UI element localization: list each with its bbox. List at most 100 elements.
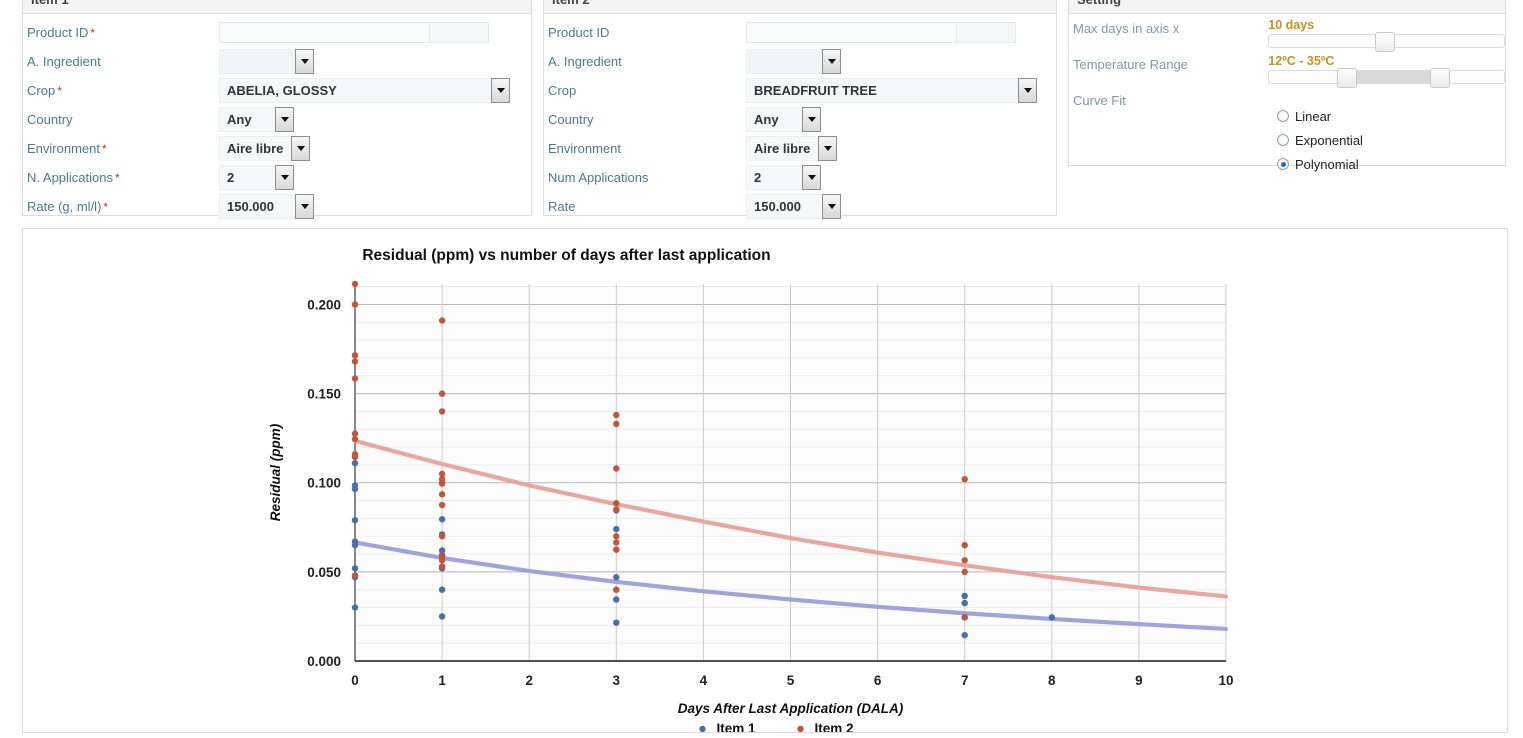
data-point [613, 500, 620, 507]
triangle-down-glyph [296, 146, 305, 151]
chevron-down-icon[interactable] [291, 136, 310, 161]
data-point [613, 596, 620, 603]
temperature-slider-wrap: 12ºC - 35ºC [1268, 54, 1505, 90]
max-days-row: Max days in axis x 10 days [1069, 18, 1505, 54]
max-days-slider-handle[interactable] [1374, 32, 1395, 52]
field-label-country: Country [27, 112, 73, 127]
select-country[interactable]: Any [219, 107, 294, 132]
chevron-down-icon[interactable] [818, 136, 837, 161]
panel-item-1: Item 1 Product ID* A. Ingredient Crop* ABEL… [22, 0, 532, 219]
temperature-range-slider[interactable] [1268, 68, 1505, 88]
curve-fit-option-linear[interactable]: Linear [1277, 104, 1505, 128]
field-control-rate: 150.000 [746, 194, 841, 219]
data-point [613, 465, 620, 472]
x-tick-label: 5 [787, 673, 795, 688]
x-tick-label: 10 [1218, 673, 1233, 688]
data-point [1048, 614, 1056, 621]
data-point [613, 546, 620, 553]
field-row-n-applications: N. Applications * 2 [23, 163, 531, 192]
data-point [438, 586, 446, 593]
product-id-input[interactable] [746, 22, 956, 43]
select-a-ingredient[interactable] [219, 49, 314, 74]
triangle-down-glyph [300, 59, 309, 64]
required-marker: * [90, 26, 96, 40]
curve-fit-option-label: Linear [1295, 108, 1332, 124]
field-control-product-id [219, 22, 489, 43]
select-value-num-applications: 2 [746, 165, 802, 190]
field-control-environment: Aire libre [219, 136, 310, 161]
select-value-environment: Aire libre [219, 136, 291, 161]
chevron-down-icon[interactable] [491, 78, 510, 103]
select-environment[interactable]: Aire libre [746, 136, 837, 161]
field-control-crop: ABELIA, GLOSSY [219, 78, 510, 103]
data-point [961, 631, 968, 639]
chevron-down-icon[interactable] [802, 165, 821, 190]
radio-button-icon[interactable] [1277, 134, 1289, 146]
max-days-slider[interactable] [1268, 32, 1505, 52]
field-row-rate: Rate 150.000 [544, 192, 1056, 221]
panel-item-1-body: Product ID * A. Ingredient Crop * ABELIA, GLO… [23, 14, 531, 227]
max-days-value: 10 days [1268, 18, 1315, 32]
data-point [961, 592, 968, 600]
field-row-environment: Environment * Aire libre [23, 134, 531, 163]
triangle-down-glyph [280, 117, 289, 122]
chevron-down-icon[interactable] [275, 107, 294, 132]
chevron-down-icon[interactable] [295, 49, 314, 74]
data-point [438, 563, 446, 570]
triangle-down-glyph [827, 204, 836, 209]
field-row-crop: Crop BREADFRUIT TREE [544, 76, 1056, 105]
product-id-input[interactable] [219, 22, 429, 43]
select-crop[interactable]: ABELIA, GLOSSY [219, 78, 510, 103]
chart-card: 0.000 0.050 0.100 0.150 0.200 0 1 2 3 4 5 6 7 8 9 10 Res… [22, 228, 1508, 736]
curve-fit-option-exponential[interactable]: Exponential [1277, 128, 1505, 152]
triangle-down-glyph [823, 146, 832, 151]
temperature-low-handle[interactable] [1337, 68, 1358, 88]
radio-button-icon[interactable] [1277, 158, 1289, 170]
triangle-down-glyph [827, 59, 836, 64]
data-point [438, 491, 446, 498]
temperature-high-handle[interactable] [1429, 68, 1450, 88]
chevron-down-icon[interactable] [822, 194, 841, 219]
data-point [961, 541, 968, 549]
panel-item-2-body: Product ID A. Ingredient Crop BREADFRUIT TR… [544, 14, 1056, 227]
select-country[interactable]: Any [746, 107, 821, 132]
data-point [961, 599, 968, 607]
data-point [351, 301, 359, 308]
x-tick-label: 1 [438, 673, 446, 688]
select-crop[interactable]: BREADFRUIT TREE [746, 78, 1037, 103]
data-point [351, 453, 359, 461]
select-value-country: Any [219, 107, 275, 132]
curve-fit-option-polynomial[interactable]: Polynomial [1277, 152, 1505, 176]
select-value-a-ingredient [746, 49, 822, 74]
chevron-down-icon[interactable] [802, 107, 821, 132]
select-value-a-ingredient [219, 49, 295, 74]
temperature-range-value: 12ºC - 35ºC [1268, 54, 1335, 68]
chevron-down-icon[interactable] [275, 165, 294, 190]
data-point [438, 390, 446, 397]
field-row-environment: Environment Aire libre [544, 134, 1056, 163]
field-row-crop: Crop * ABELIA, GLOSSY [23, 76, 531, 105]
triangle-down-glyph [280, 175, 289, 180]
chevron-down-icon[interactable] [1018, 78, 1037, 103]
chart-title: Residual (ppm) vs number of days after l… [362, 247, 770, 264]
x-tick-label: 0 [351, 673, 359, 688]
required-marker: * [103, 200, 109, 214]
field-label-n-applications: N. Applications * [27, 170, 120, 185]
select-environment[interactable]: Aire libre [219, 136, 310, 161]
product-id-secondary-input[interactable] [429, 22, 489, 43]
radio-button-icon[interactable] [1277, 110, 1289, 122]
chevron-down-icon[interactable] [822, 49, 841, 74]
field-label-a-ingredient: A. Ingredient [548, 54, 622, 69]
triangle-down-glyph [807, 117, 816, 122]
field-control-environment: Aire libre [746, 136, 837, 161]
data-point [613, 525, 620, 533]
data-point [351, 352, 359, 359]
product-id-secondary-input[interactable] [956, 22, 1016, 43]
select-rate[interactable]: 150.000 [746, 194, 841, 219]
select-a-ingredient[interactable] [746, 49, 841, 74]
select-rate-g-ml-l[interactable]: 150.000 [219, 194, 314, 219]
data-point [351, 435, 359, 443]
select-n-applications[interactable]: 2 [219, 165, 294, 190]
select-num-applications[interactable]: 2 [746, 165, 821, 190]
chevron-down-icon[interactable] [295, 194, 314, 219]
